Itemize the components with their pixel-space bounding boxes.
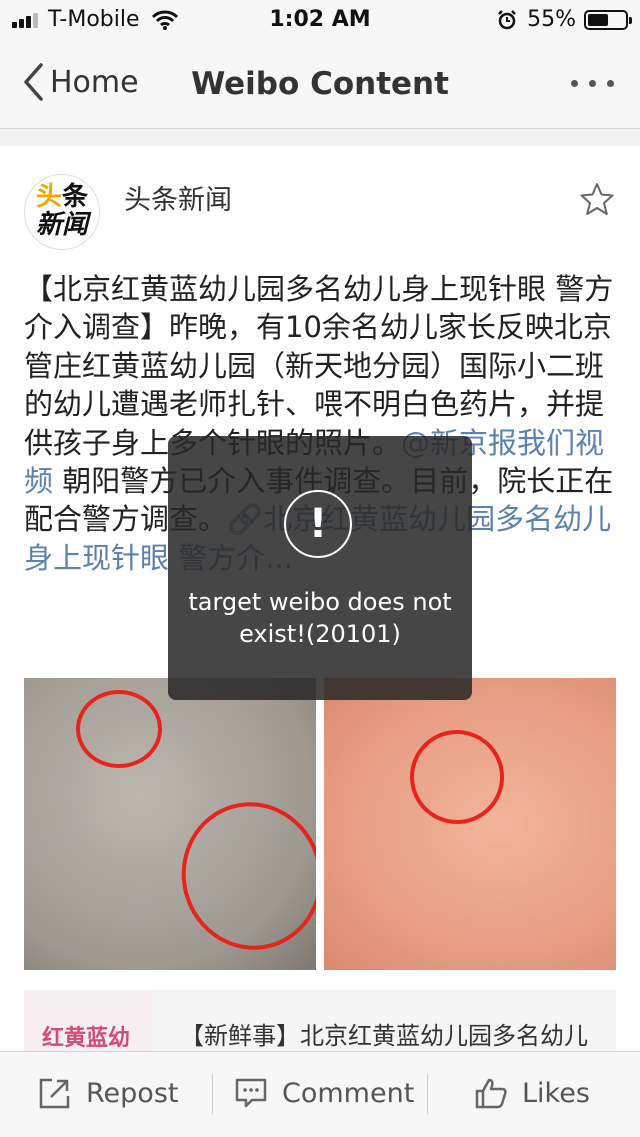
shared-article-card[interactable]: 红黄蓝幼 【新鲜事】北京红黄蓝幼儿园多名幼儿 [24,990,616,1051]
shared-article-title: 【新鲜事】北京红黄蓝幼儿园多名幼儿 [180,1022,588,1050]
status-right: 55% [497,7,632,32]
comment-icon [235,1078,267,1108]
likes-button[interactable]: Likes [474,1076,590,1110]
repost-label: Repost [86,1077,179,1109]
status-bar: T-Mobile 1:02 AM 55% [0,0,640,40]
avatar[interactable]: 头条 新闻 [24,174,100,250]
toolbar-divider [212,1074,213,1114]
comment-label: Comment [282,1077,415,1109]
author-name[interactable]: 头条新闻 [124,178,232,217]
likes-label: Likes [522,1077,590,1109]
repost-icon [39,1078,70,1109]
shared-article-thumbnail: 红黄蓝幼 [24,990,152,1051]
navigation-bar: Home Weibo Content [0,40,640,129]
battery-icon [584,9,632,30]
exclamation-icon: ! [284,490,352,558]
repost-button[interactable]: Repost [38,1076,178,1110]
alarm-clock-icon [498,9,516,29]
toolbar-divider [427,1074,428,1114]
post-image-2[interactable] [324,678,616,970]
favorite-star-icon[interactable] [580,182,614,216]
thumbs-up-icon [475,1078,507,1109]
bottom-toolbar: Repost Comment Likes [0,1051,640,1137]
more-options-button[interactable] [560,80,614,87]
page-title: Weibo Content [191,66,449,102]
toast-message: target weibo does not exist!(20101) [188,588,452,648]
error-toast: ! target weibo does not exist!(20101) [168,436,472,700]
battery-percent: 55% [527,7,576,32]
post-image-1[interactable] [24,678,316,970]
comment-button[interactable]: Comment [234,1076,414,1110]
